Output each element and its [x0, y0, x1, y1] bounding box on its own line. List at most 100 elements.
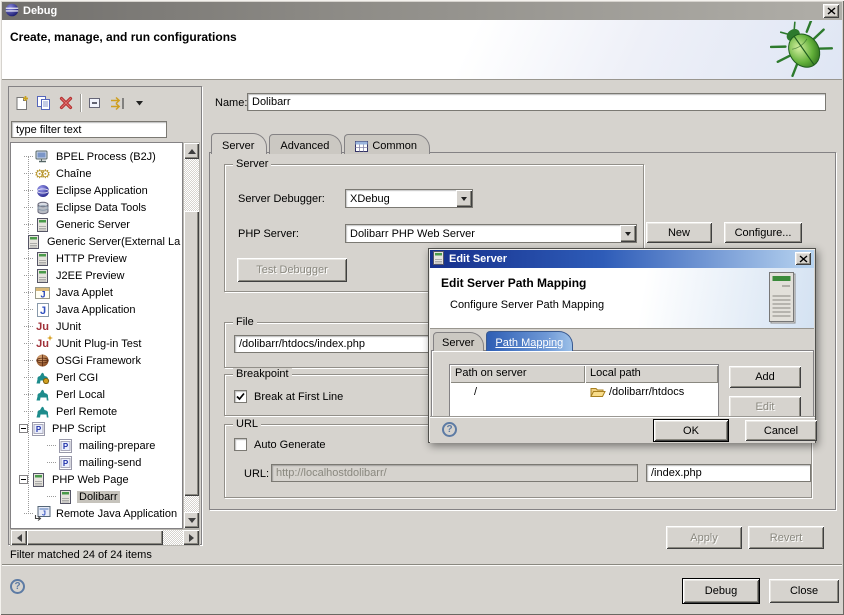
window-titlebar[interactable]: Debug [2, 2, 842, 20]
tree-item-label[interactable]: Perl Local [54, 389, 107, 401]
dialog-titlebar[interactable]: Edit Server [430, 250, 814, 268]
tree-item-java-application[interactable]: J Java Application [11, 301, 182, 318]
tree-item-label[interactable]: JUnit [54, 321, 83, 333]
tree-item-perl-remote[interactable]: Perl Remote [11, 403, 182, 420]
tab-server[interactable]: Server [211, 133, 267, 154]
add-mapping-button[interactable]: Add [729, 366, 801, 388]
tree-item-label[interactable]: Generic Server [54, 219, 132, 231]
column-header[interactable]: Local path [585, 365, 718, 383]
tree-item-label[interactable]: mailing-send [77, 457, 143, 469]
configure-server-button[interactable]: Configure... [724, 222, 802, 243]
tree-item-label[interactable]: JUnit Plug-in Test [54, 338, 143, 350]
collapse-all-icon[interactable] [84, 92, 106, 114]
tree-item-http-preview[interactable]: HTTP Preview [11, 250, 182, 267]
tab-path-mapping[interactable]: Path Mapping [486, 331, 573, 351]
tree-horizontal-scrollbar[interactable] [10, 529, 200, 546]
svg-text:P: P [63, 442, 69, 451]
tree-item-cha-ne[interactable]: ⚙⚙Chaîne [11, 165, 182, 182]
tree-connector [24, 343, 33, 344]
tree-item-dolibarr[interactable]: Dolibarr [11, 488, 182, 505]
dialog-close-button[interactable] [795, 252, 811, 265]
tab-common[interactable]: Common [344, 134, 430, 154]
tree-item-junit[interactable]: JuJUnit [11, 318, 182, 335]
tree-item-label[interactable]: Perl Remote [54, 406, 119, 418]
tree-item-label[interactable]: PHP Script [50, 423, 108, 435]
delete-icon[interactable] [55, 92, 77, 114]
cancel-button[interactable]: Cancel [745, 420, 817, 441]
tree-item-java-applet[interactable]: JJava Applet [11, 284, 182, 301]
new-configuration-icon[interactable] [11, 92, 33, 114]
tree-connector [24, 258, 33, 259]
column-header[interactable]: Path on server [450, 365, 585, 383]
close-window-button[interactable] [823, 4, 839, 18]
tree-item-label[interactable]: PHP Web Page [50, 474, 131, 486]
tree-item-generic-server[interactable]: Generic Server [11, 216, 182, 233]
tree-item-junit-plug-in-test[interactable]: JuJUnit Plug-in Test [11, 335, 182, 352]
scroll-right-button[interactable] [183, 530, 199, 545]
edit-mapping-button[interactable]: Edit [729, 396, 801, 418]
tab-advanced[interactable]: Advanced [269, 134, 342, 154]
tree-item-mailing-send[interactable]: Pmailing-send [11, 454, 182, 471]
page-title: Create, manage, and run configurations [10, 30, 237, 44]
tree-item-label[interactable]: Eclipse Application [54, 185, 150, 197]
tree-connector [24, 207, 33, 208]
dialog-title: Edit Server [449, 253, 507, 265]
collapse-expander-icon[interactable] [19, 475, 28, 484]
tree-vertical-scrollbar[interactable] [183, 142, 200, 529]
scroll-up-button[interactable] [184, 143, 199, 159]
tree-item-eclipse-application[interactable]: Eclipse Application [11, 182, 182, 199]
scroll-down-button[interactable] [184, 512, 199, 528]
java-icon: J [34, 303, 51, 317]
svg-text:J: J [39, 305, 45, 317]
tree-item-label[interactable]: BPEL Process (B2J) [54, 151, 158, 163]
duplicate-icon[interactable] [33, 92, 55, 114]
tree-item-label[interactable]: Perl CGI [54, 372, 100, 384]
tree-item-label[interactable]: mailing-prepare [77, 440, 157, 452]
filter-input[interactable] [11, 121, 167, 138]
scroll-left-button[interactable] [11, 530, 27, 545]
apply-button[interactable]: Apply [666, 526, 742, 549]
tree-item-eclipse-data-tools[interactable]: Eclipse Data Tools [11, 199, 182, 216]
collapse-expander-icon[interactable] [19, 424, 28, 433]
tree-item-remote-java-application[interactable]: JRemote Java Application [11, 505, 182, 522]
debug-button[interactable]: Debug [683, 579, 759, 603]
tree-item-label[interactable]: Java Application [54, 304, 138, 316]
scroll-thumb[interactable] [27, 530, 163, 545]
server-icon [34, 218, 51, 232]
close-button[interactable]: Close [769, 579, 839, 603]
tree-item-label[interactable]: Eclipse Data Tools [54, 202, 148, 214]
tree-item-php-web-page[interactable]: PHP Web Page [11, 471, 182, 488]
tree-item-label[interactable]: Dolibarr [77, 491, 120, 503]
tree-item-php-script[interactable]: PPHP Script [11, 420, 182, 437]
ok-button[interactable]: OK [654, 420, 728, 441]
help-icon[interactable]: ? [10, 579, 25, 594]
tree-item-osgi-framework[interactable]: OSGi Framework [11, 352, 182, 369]
osgi-icon [34, 354, 51, 367]
tree-item-label[interactable]: Generic Server(External La [45, 236, 182, 248]
dialog-help-icon[interactable]: ? [442, 422, 457, 437]
tree-item-generic-server-external-la[interactable]: Generic Server(External La [11, 233, 182, 250]
tab-label: Server [442, 337, 474, 349]
tree-item-bpel-process-b2j-[interactable]: BPEL Process (B2J) [11, 148, 182, 165]
menu-caret-icon[interactable] [128, 92, 150, 114]
revert-button[interactable]: Revert [748, 526, 824, 549]
php-icon: P [57, 439, 74, 453]
tree-item-label[interactable]: HTTP Preview [54, 253, 129, 265]
tree-connector [24, 360, 33, 361]
table-row[interactable]: //dolibarr/htdocs [450, 383, 718, 401]
scroll-thumb[interactable] [184, 211, 199, 496]
tree-item-perl-local[interactable]: Perl Local [11, 386, 182, 403]
tab-label: Server [222, 140, 254, 152]
tree-item-mailing-prepare[interactable]: Pmailing-prepare [11, 437, 182, 454]
tree-item-perl-cgi[interactable]: Perl CGI [11, 369, 182, 386]
name-input[interactable] [247, 93, 826, 111]
new-server-button[interactable]: New [646, 222, 712, 243]
tree-item-label[interactable]: OSGi Framework [54, 355, 143, 367]
tree-item-label[interactable]: Java Applet [54, 287, 115, 299]
tree-item-label[interactable]: J2EE Preview [54, 270, 126, 282]
tree-item-label[interactable]: Remote Java Application [54, 508, 179, 520]
filter-icon[interactable] [106, 92, 128, 114]
tab-server[interactable]: Server [433, 332, 484, 351]
tree-item-label[interactable]: Chaîne [54, 168, 93, 180]
tree-item-j2ee-preview[interactable]: J2EE Preview [11, 267, 182, 284]
